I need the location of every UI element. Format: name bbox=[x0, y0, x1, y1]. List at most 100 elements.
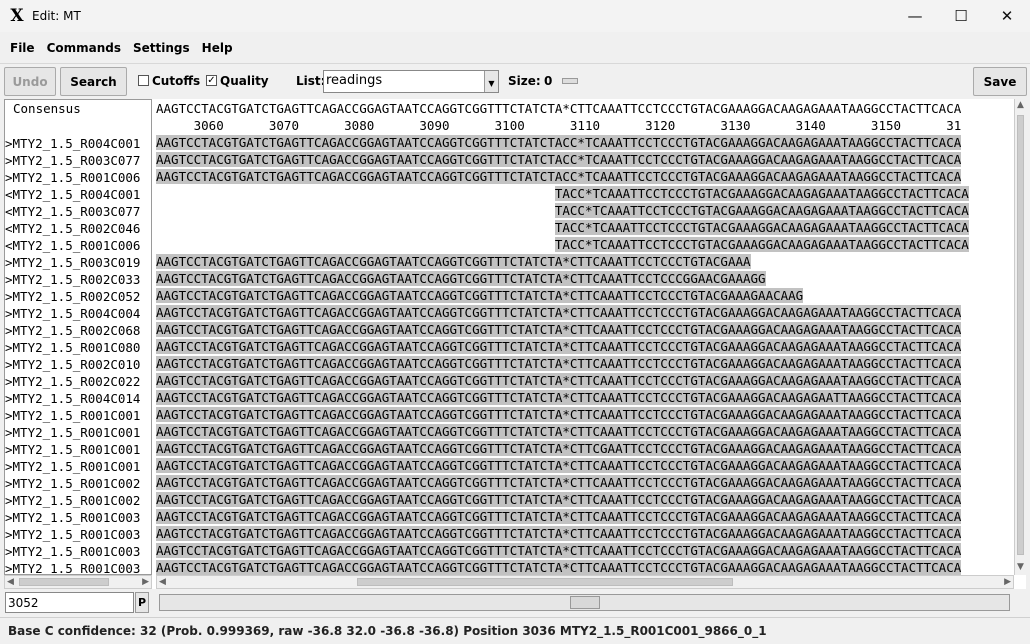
read-name[interactable]: <MTY2_1.5_R002C046 bbox=[5, 220, 151, 237]
quality-label: Quality bbox=[220, 74, 269, 88]
read-name[interactable]: >MTY2_1.5_R001C001 bbox=[5, 407, 151, 424]
read-sequence[interactable]: AAGTCCTACGTGATCTGAGTTCAGACCGGAGTAATCCAGG… bbox=[156, 491, 1014, 508]
list-value: readings bbox=[326, 73, 383, 88]
position-input[interactable]: 3052 bbox=[5, 592, 134, 613]
read-sequence[interactable]: AAGTCCTACGTGATCTGAGTTCAGACCGGAGTAATCCAGG… bbox=[156, 151, 1014, 168]
read-name[interactable]: >MTY2_1.5_R002C068 bbox=[5, 322, 151, 339]
menu-settings[interactable]: Settings bbox=[127, 41, 196, 55]
read-sequence[interactable]: AAGTCCTACGTGATCTGAGTTCAGACCGGAGTAATCCAGG… bbox=[156, 559, 1014, 575]
read-names-panel[interactable]: Consensus >MTY2_1.5_R004C001 >MTY2_1.5_R0… bbox=[4, 99, 152, 575]
read-sequence[interactable]: TACC*TCAAATTCCTCCCTGTACGAAAGGACAAGAGAAAT… bbox=[156, 185, 1014, 202]
scroll-down-icon[interactable]: ▼ bbox=[1017, 561, 1024, 574]
read-sequence[interactable]: AAGTCCTACGTGATCTGAGTTCAGACCGGAGTAATCCAGG… bbox=[156, 372, 1014, 389]
read-name[interactable]: >MTY2_1.5_R002C022 bbox=[5, 373, 151, 390]
read-sequence[interactable]: TACC*TCAAATTCCTCCCTGTACGAAAGGACAAGAGAAAT… bbox=[156, 202, 1014, 219]
read-sequence[interactable]: AAGTCCTACGTGATCTGAGTTCAGACCGGAGTAATCCAGG… bbox=[156, 168, 1014, 185]
window-title: Edit: MT bbox=[32, 9, 81, 23]
read-name[interactable]: >MTY2_1.5_R001C006 bbox=[5, 169, 151, 186]
read-name[interactable]: <MTY2_1.5_R004C001 bbox=[5, 186, 151, 203]
read-name[interactable]: >MTY2_1.5_R001C002 bbox=[5, 492, 151, 509]
read-sequence[interactable]: AAGTCCTACGTGATCTGAGTTCAGACCGGAGTAATCCAGG… bbox=[156, 440, 1014, 457]
list-dropdown[interactable]: readings ▼ bbox=[323, 70, 499, 93]
read-name[interactable]: >MTY2_1.5_R004C004 bbox=[5, 305, 151, 322]
read-name[interactable]: >MTY2_1.5_R001C003 bbox=[5, 526, 151, 543]
cutoffs-checkbox[interactable] bbox=[138, 75, 149, 86]
scroll-left-icon[interactable]: ◀ bbox=[159, 576, 166, 589]
read-sequence[interactable]: AAGTCCTACGTGATCTGAGTTCAGACCGGAGTAATCCAGG… bbox=[156, 542, 1014, 559]
names-scroll-thumb[interactable] bbox=[19, 578, 109, 586]
consensus-label: Consensus bbox=[13, 101, 81, 116]
consensus-sequence: AAGTCCTACGTGATCTGAGTTCAGACCGGAGTAATCCAGG… bbox=[156, 100, 1014, 117]
minimize-icon[interactable]: — bbox=[892, 0, 938, 32]
read-sequence[interactable]: AAGTCCTACGTGATCTGAGTTCAGACCGGAGTAATCCAGG… bbox=[156, 389, 1014, 406]
menu-help[interactable]: Help bbox=[196, 41, 239, 55]
search-button[interactable]: Search bbox=[60, 67, 127, 96]
read-sequence[interactable]: AAGTCCTACGTGATCTGAGTTCAGACCGGAGTAATCCAGG… bbox=[156, 304, 1014, 321]
save-button[interactable]: Save bbox=[973, 67, 1027, 96]
position-p-button[interactable]: P bbox=[135, 592, 149, 613]
read-name[interactable]: >MTY2_1.5_R004C001 bbox=[5, 135, 151, 152]
chevron-down-icon[interactable]: ▼ bbox=[484, 71, 498, 92]
quality-checkbox[interactable]: ✓ bbox=[206, 75, 217, 86]
read-name[interactable]: >MTY2_1.5_R001C001 bbox=[5, 441, 151, 458]
size-label: Size: bbox=[508, 74, 541, 88]
read-sequence[interactable]: AAGTCCTACGTGATCTGAGTTCAGACCGGAGTAATCCAGG… bbox=[156, 508, 1014, 525]
contig-editor: Consensus >MTY2_1.5_R004C001 >MTY2_1.5_R0… bbox=[4, 99, 1026, 589]
size-slider[interactable] bbox=[562, 78, 578, 84]
maximize-icon[interactable]: ☐ bbox=[938, 0, 984, 32]
contig-scrollbar[interactable] bbox=[159, 594, 1010, 611]
read-name[interactable]: >MTY2_1.5_R003C077 bbox=[5, 152, 151, 169]
toolbar: Undo Search Cutoffs ✓ Quality List: read… bbox=[0, 63, 1030, 98]
read-name[interactable]: >MTY2_1.5_R001C003 bbox=[5, 560, 151, 574]
close-icon[interactable]: ✕ bbox=[984, 0, 1030, 32]
scroll-left-icon[interactable]: ◀ bbox=[7, 576, 14, 589]
read-sequence[interactable]: AAGTCCTACGTGATCTGAGTTCAGACCGGAGTAATCCAGG… bbox=[156, 321, 1014, 338]
read-name[interactable]: >MTY2_1.5_R002C033 bbox=[5, 271, 151, 288]
sequence-horizontal-scrollbar[interactable]: ◀ ▶ bbox=[156, 575, 1014, 589]
read-sequence[interactable]: AAGTCCTACGTGATCTGAGTTCAGACCGGAGTAATCCAGG… bbox=[156, 338, 1014, 355]
vertical-scrollbar[interactable]: ▲ ▼ bbox=[1014, 99, 1026, 575]
read-sequence[interactable]: AAGTCCTACGTGATCTGAGTTCAGACCGGAGTAATCCAGG… bbox=[156, 270, 1014, 287]
read-sequence[interactable]: TACC*TCAAATTCCTCCCTGTACGAAAGGACAAGAGAAAT… bbox=[156, 236, 1014, 253]
read-name[interactable]: <MTY2_1.5_R003C077 bbox=[5, 203, 151, 220]
read-name[interactable]: >MTY2_1.5_R001C001 bbox=[5, 424, 151, 441]
cutoffs-label: Cutoffs bbox=[152, 74, 201, 88]
read-name[interactable]: >MTY2_1.5_R004C014 bbox=[5, 390, 151, 407]
read-sequence[interactable]: AAGTCCTACGTGATCTGAGTTCAGACCGGAGTAATCCAGG… bbox=[156, 355, 1014, 372]
contig-scroll-thumb[interactable] bbox=[570, 596, 600, 609]
read-name[interactable]: >MTY2_1.5_R001C002 bbox=[5, 475, 151, 492]
position-ruler: 3060 3070 3080 3090 3100 3110 3120 3130 … bbox=[156, 117, 1014, 134]
read-name[interactable]: <MTY2_1.5_R001C006 bbox=[5, 237, 151, 254]
size-value: 0 bbox=[544, 74, 553, 88]
scroll-up-icon[interactable]: ▲ bbox=[1017, 99, 1024, 112]
sequence-panel[interactable]: AAGTCCTACGTGATCTGAGTTCAGACCGGAGTAATCCAGG… bbox=[156, 99, 1014, 575]
sequence-scroll-thumb[interactable] bbox=[357, 578, 733, 586]
read-sequence[interactable]: TACC*TCAAATTCCTCCCTGTACGAAAGGACAAGAGAAAT… bbox=[156, 219, 1014, 236]
read-name[interactable]: >MTY2_1.5_R001C001 bbox=[5, 458, 151, 475]
list-label: List: bbox=[296, 74, 326, 88]
vertical-scroll-thumb[interactable] bbox=[1017, 115, 1024, 555]
menu-file[interactable]: File bbox=[4, 41, 41, 55]
read-sequence[interactable]: AAGTCCTACGTGATCTGAGTTCAGACCGGAGTAATCCAGG… bbox=[156, 253, 1014, 270]
x-icon: X bbox=[10, 6, 24, 26]
read-name[interactable]: >MTY2_1.5_R002C010 bbox=[5, 356, 151, 373]
read-sequence[interactable]: AAGTCCTACGTGATCTGAGTTCAGACCGGAGTAATCCAGG… bbox=[156, 423, 1014, 440]
read-name[interactable]: >MTY2_1.5_R001C003 bbox=[5, 543, 151, 560]
title-bar: X Edit: MT — ☐ ✕ bbox=[0, 0, 1030, 32]
undo-button[interactable]: Undo bbox=[4, 67, 56, 96]
menu-bar: File Commands Settings Help bbox=[0, 32, 1030, 63]
read-name[interactable]: >MTY2_1.5_R002C052 bbox=[5, 288, 151, 305]
scroll-right-icon[interactable]: ▶ bbox=[142, 576, 149, 589]
names-horizontal-scrollbar[interactable]: ◀ ▶ bbox=[4, 575, 152, 589]
read-name[interactable]: >MTY2_1.5_R001C080 bbox=[5, 339, 151, 356]
read-name[interactable]: >MTY2_1.5_R003C019 bbox=[5, 254, 151, 271]
read-name[interactable]: >MTY2_1.5_R001C003 bbox=[5, 509, 151, 526]
scroll-right-icon[interactable]: ▶ bbox=[1004, 576, 1011, 589]
read-sequence[interactable]: AAGTCCTACGTGATCTGAGTTCAGACCGGAGTAATCCAGG… bbox=[156, 406, 1014, 423]
read-sequence[interactable]: AAGTCCTACGTGATCTGAGTTCAGACCGGAGTAATCCAGG… bbox=[156, 474, 1014, 491]
menu-commands[interactable]: Commands bbox=[41, 41, 127, 55]
read-sequence[interactable]: AAGTCCTACGTGATCTGAGTTCAGACCGGAGTAATCCAGG… bbox=[156, 134, 1014, 151]
read-sequence[interactable]: AAGTCCTACGTGATCTGAGTTCAGACCGGAGTAATCCAGG… bbox=[156, 457, 1014, 474]
read-sequence[interactable]: AAGTCCTACGTGATCTGAGTTCAGACCGGAGTAATCCAGG… bbox=[156, 525, 1014, 542]
read-sequence[interactable]: AAGTCCTACGTGATCTGAGTTCAGACCGGAGTAATCCAGG… bbox=[156, 287, 1014, 304]
